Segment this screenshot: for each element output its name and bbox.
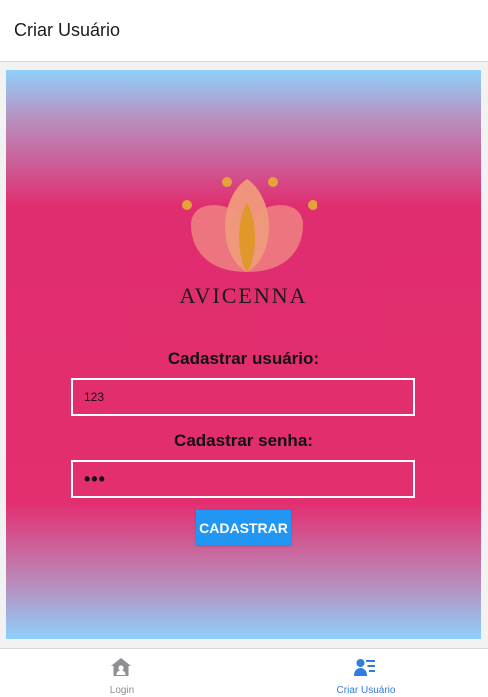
username-input[interactable] [71, 378, 415, 416]
tab-create-user[interactable]: Criar Usuário [244, 649, 488, 697]
home-icon [111, 658, 131, 676]
tab-login-label: Login [109, 685, 135, 696]
header: Criar Usuário [0, 0, 488, 62]
tab-login[interactable]: Login [0, 649, 244, 697]
password-input[interactable] [71, 460, 415, 498]
add-user-icon [354, 659, 375, 676]
register-button[interactable]: CADASTRAR [196, 510, 291, 545]
main-content: AVICENNA Cadastrar usuário: Cadastrar se… [6, 70, 481, 639]
lotus-logo-icon [182, 177, 317, 272]
password-label: Cadastrar senha: [174, 431, 313, 450]
page-title: Criar Usuário [14, 20, 121, 40]
brand-name: AVICENNA [179, 283, 308, 308]
app: Criar Usuário AVICENNA Cadastrar usuário… [0, 0, 488, 697]
bottom-tab-bar: Login Criar Usuário [0, 648, 488, 697]
username-label: Cadastrar usuário: [167, 349, 320, 368]
tab-create-user-label: Criar Usuário [336, 685, 396, 696]
